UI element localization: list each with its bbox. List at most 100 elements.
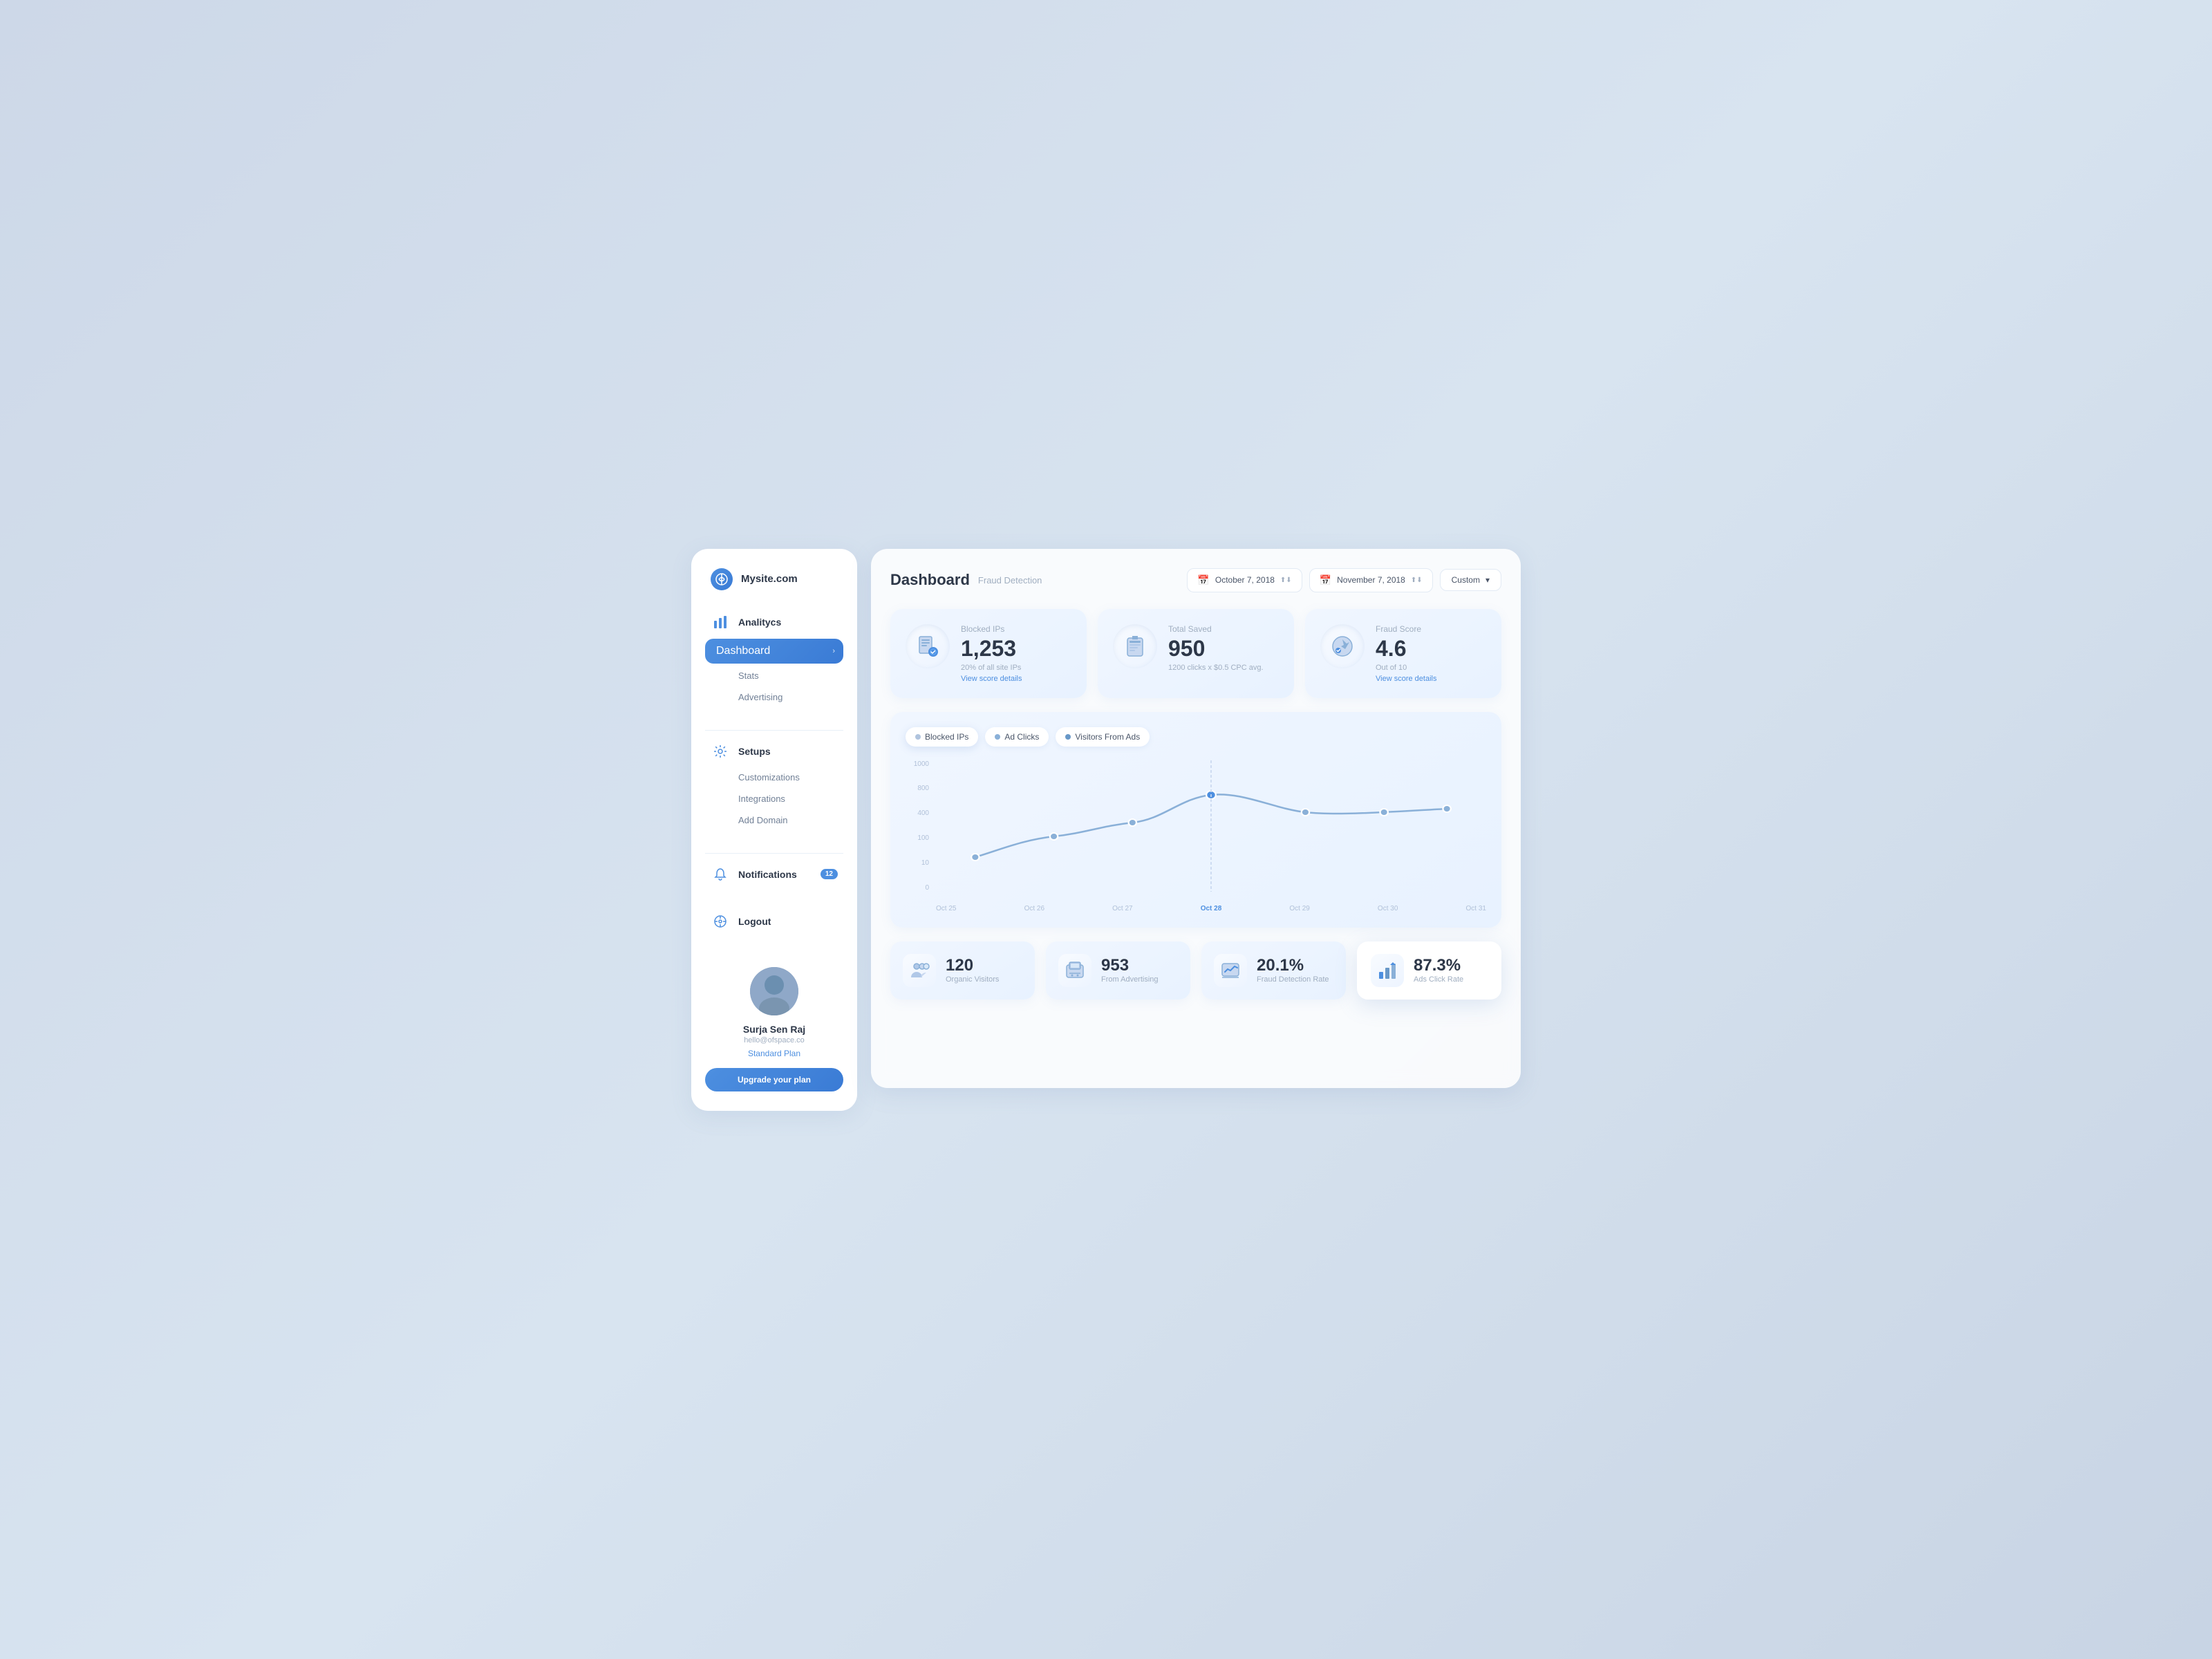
total-saved-value: 950 <box>1168 637 1264 661</box>
sidebar-item-integrations[interactable]: Integrations <box>705 788 843 809</box>
filter-ad-clicks[interactable]: Ad Clicks <box>985 727 1049 747</box>
sidebar-footer: Surja Sen Raj hello@ofspace.co Standard … <box>705 953 843 1091</box>
y-label-0: 0 <box>925 884 929 892</box>
app-container: Mysite.com Analitycs Dashboard › Stats <box>691 549 1521 1111</box>
blocked-ips-icon-wrap <box>906 624 950 668</box>
sidebar-section-setups-title[interactable]: Setups <box>705 736 843 767</box>
fraud-score-icon-wrap <box>1320 624 1365 668</box>
setups-icon <box>711 742 730 761</box>
x-label-oct31: Oct 31 <box>1465 905 1485 912</box>
line-chart-svg <box>936 760 1486 892</box>
ads-click-rate-label: Ads Click Rate <box>1414 975 1463 984</box>
user-email: hello@ofspace.co <box>705 1036 843 1044</box>
logo-icon <box>711 568 733 590</box>
blocked-ips-link[interactable]: View score details <box>961 675 1022 683</box>
sidebar-notifications-title[interactable]: Notifications 12 <box>705 859 843 890</box>
fraud-score-link[interactable]: View score details <box>1376 675 1436 683</box>
sidebar-logo[interactable]: Mysite.com <box>705 568 843 607</box>
filter-visitors-from-ads[interactable]: Visitors From Ads <box>1056 727 1150 747</box>
blocked-ips-dot <box>915 734 921 740</box>
date-from-picker[interactable]: 📅 October 7, 2018 ⬆⬇ <box>1187 568 1302 592</box>
sidebar-logout-title[interactable]: Logout <box>705 906 843 937</box>
stat-card-total-saved: Total Saved 950 1200 clicks x $0.5 CPC a… <box>1098 609 1294 698</box>
sidebar-item-dashboard[interactable]: Dashboard › <box>705 639 843 664</box>
notification-badge: 12 <box>821 869 838 879</box>
blocked-ips-value: 1,253 <box>961 637 1022 661</box>
x-label-oct30: Oct 30 <box>1378 905 1398 912</box>
notifications-icon <box>711 865 730 884</box>
blocked-ips-content: Blocked IPs 1,253 20% of all site IPs Vi… <box>961 624 1022 683</box>
header-title-group: Dashboard Fraud Detection <box>890 571 1042 589</box>
chart-area: 1000 800 400 100 10 0 <box>906 760 1486 912</box>
x-label-oct29: Oct 29 <box>1289 905 1309 912</box>
fraud-detection-label: Fraud Detection Rate <box>1257 975 1329 984</box>
site-name: Mysite.com <box>741 573 798 585</box>
analytics-icon <box>711 612 730 632</box>
logout-label: Logout <box>738 916 771 927</box>
calendar-from-icon: 📅 <box>1197 574 1209 586</box>
bottom-card-fraud-detection: 20.1% Fraud Detection Rate <box>1201 941 1346 1000</box>
user-avatar <box>750 967 798 1015</box>
sidebar-section-logout: Logout <box>705 906 843 937</box>
y-label-1000: 1000 <box>914 760 929 768</box>
sidebar-divider-2 <box>705 853 843 854</box>
stat-card-fraud-score: Fraud Score 4.6 Out of 10 View score det… <box>1305 609 1501 698</box>
filter-ad-clicks-label: Ad Clicks <box>1004 732 1039 742</box>
visitors-from-ads-dot <box>1065 734 1071 740</box>
total-saved-content: Total Saved 950 1200 clicks x $0.5 CPC a… <box>1168 624 1264 675</box>
sidebar-item-advertising[interactable]: Advertising <box>705 686 843 708</box>
fraud-detection-value: 20.1% <box>1257 957 1329 975</box>
fraud-score-value: 4.6 <box>1376 637 1436 661</box>
range-select[interactable]: Custom ▾ <box>1440 569 1501 591</box>
y-label-10: 10 <box>921 859 929 867</box>
sidebar: Mysite.com Analitycs Dashboard › Stats <box>691 549 857 1111</box>
y-label-800: 800 <box>917 785 929 792</box>
ads-click-rate-icon <box>1371 954 1404 987</box>
fraud-score-desc: Out of 10 <box>1376 664 1436 672</box>
from-advertising-value: 953 <box>1101 957 1159 975</box>
logout-icon <box>711 912 730 931</box>
blocked-ips-desc: 20% of all site IPs <box>961 664 1022 672</box>
fraud-score-content: Fraud Score 4.6 Out of 10 View score det… <box>1376 624 1436 683</box>
notifications-label: Notifications <box>738 869 797 880</box>
sidebar-item-add-domain[interactable]: Add Domain <box>705 809 843 831</box>
organic-visitors-text: 120 Organic Visitors <box>946 957 999 983</box>
chart-y-axis: 1000 800 400 100 10 0 <box>906 760 933 892</box>
filter-blocked-ips-label: Blocked IPs <box>925 732 968 742</box>
range-label: Custom <box>1452 575 1480 585</box>
total-saved-desc: 1200 clicks x $0.5 CPC avg. <box>1168 664 1264 672</box>
sidebar-item-customizations[interactable]: Customizations <box>705 767 843 788</box>
upgrade-button[interactable]: Upgrade your plan <box>705 1068 843 1091</box>
header-controls: 📅 October 7, 2018 ⬆⬇ 📅 November 7, 2018 … <box>1187 568 1501 592</box>
x-label-oct27: Oct 27 <box>1112 905 1132 912</box>
from-advertising-icon <box>1058 954 1091 987</box>
fraud-detection-icon <box>1214 954 1247 987</box>
organic-visitors-icon <box>903 954 936 987</box>
chart-plot <box>936 760 1486 892</box>
date-from-arrow: ⬆⬇ <box>1280 577 1292 584</box>
x-label-oct26: Oct 26 <box>1024 905 1044 912</box>
from-advertising-text: 953 From Advertising <box>1101 957 1159 983</box>
sidebar-item-stats[interactable]: Stats <box>705 665 843 686</box>
analytics-label: Analitycs <box>738 617 781 628</box>
x-label-oct28: Oct 28 <box>1201 905 1222 912</box>
fraud-detection-text: 20.1% Fraud Detection Rate <box>1257 957 1329 983</box>
chart-x-axis: Oct 25 Oct 26 Oct 27 Oct 28 Oct 29 Oct 3… <box>936 905 1486 912</box>
y-label-100: 100 <box>917 834 929 842</box>
date-to-picker[interactable]: 📅 November 7, 2018 ⬆⬇ <box>1309 568 1433 592</box>
organic-visitors-label: Organic Visitors <box>946 975 999 984</box>
dashboard-header: Dashboard Fraud Detection 📅 October 7, 2… <box>890 568 1501 592</box>
avatar-image <box>750 967 798 1015</box>
date-from-value: October 7, 2018 <box>1215 575 1275 585</box>
calendar-to-icon: 📅 <box>1320 574 1331 586</box>
x-label-oct25: Oct 25 <box>936 905 956 912</box>
total-saved-icon-wrap <box>1113 624 1157 668</box>
main-content: Dashboard Fraud Detection 📅 October 7, 2… <box>871 549 1521 1088</box>
sidebar-section-notifications: Notifications 12 <box>705 859 843 890</box>
sidebar-divider-1 <box>705 730 843 731</box>
filter-blocked-ips[interactable]: Blocked IPs <box>906 727 978 747</box>
stats-row: Blocked IPs 1,253 20% of all site IPs Vi… <box>890 609 1501 698</box>
bottom-card-from-advertising: 953 From Advertising <box>1046 941 1190 1000</box>
sidebar-section-analytics-title[interactable]: Analitycs <box>705 607 843 637</box>
chevron-right-icon: › <box>832 647 835 655</box>
